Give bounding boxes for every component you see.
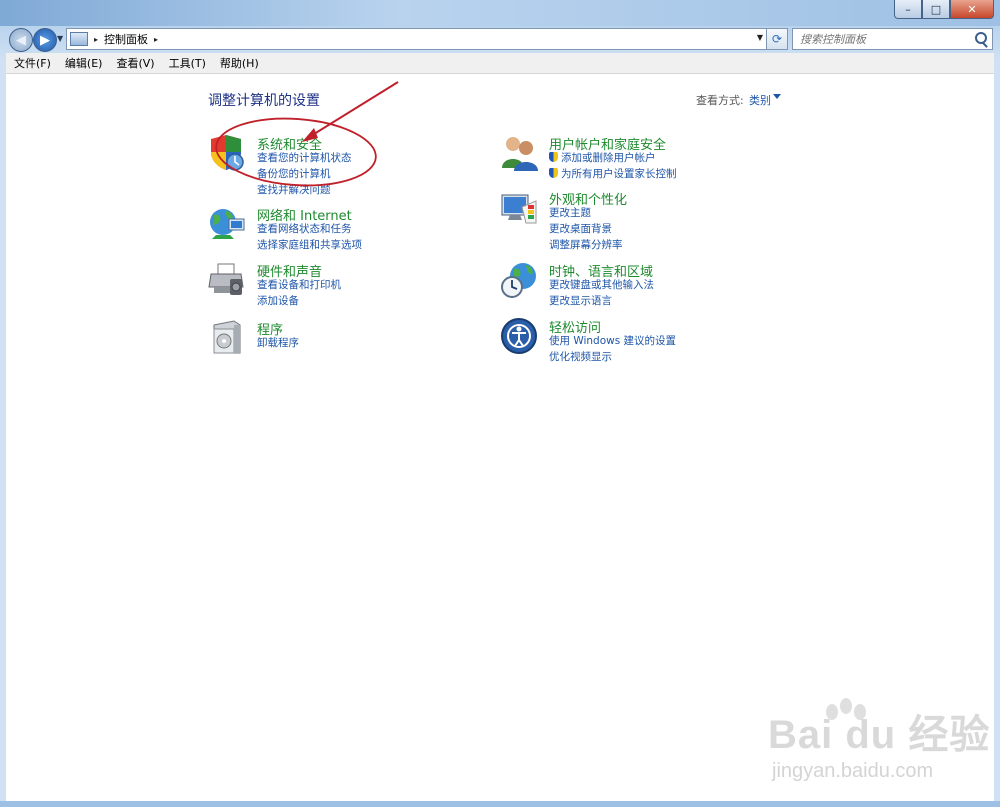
view-by-label: 查看方式: [696,94,744,107]
close-button[interactable]: ✕ [950,0,994,19]
minimize-button[interactable]: – [894,0,922,19]
link-screen-resolution[interactable]: 调整屏幕分辨率 [549,237,623,253]
link-uninstall[interactable]: 卸载程序 [257,335,299,351]
category-links: 查看设备和打印机 添加设备 [257,277,341,309]
link-keyboard-input[interactable]: 更改键盘或其他输入法 [549,277,654,293]
breadcrumb-root-separator[interactable]: ▸ [94,35,98,44]
programs-box-icon[interactable] [208,319,246,357]
link-add-remove-accounts[interactable]: 添加或删除用户帐户 [549,150,677,166]
address-dropdown-icon[interactable]: ▼ [757,33,763,42]
uac-shield-icon [549,168,558,178]
printer-icon[interactable] [208,261,246,299]
breadcrumb-separator[interactable]: ▸ [154,35,158,44]
users-icon[interactable] [500,134,538,172]
link-label: 添加或删除用户帐户 [561,152,656,164]
link-label: 为所有用户设置家长控制 [561,168,677,180]
search-box[interactable] [792,28,993,50]
refresh-button[interactable]: ⟳ [766,28,788,50]
clock-globe-icon[interactable] [500,261,538,299]
window-bottom-border [0,801,1000,807]
category-links: 查看您的计算机状态 备份您的计算机 查找并解决问题 [257,150,352,198]
network-globe-icon[interactable] [208,205,246,243]
recent-pages-dropdown-icon[interactable]: ▼ [57,34,63,43]
link-optimize-display[interactable]: 优化视频显示 [549,349,676,365]
link-view-status[interactable]: 查看您的计算机状态 [257,150,352,166]
link-homegroup[interactable]: 选择家庭组和共享选项 [257,237,362,253]
menu-help[interactable]: 帮助(H) [212,55,265,71]
link-devices-printers[interactable]: 查看设备和打印机 [257,277,341,293]
category-links: 更改主题 更改桌面背景 调整屏幕分辨率 [549,205,623,253]
view-by-chevron-down-icon[interactable] [773,94,781,99]
address-bar[interactable]: ▸ 控制面板 ▸ ▼ [66,28,768,50]
security-shield-icon[interactable] [208,134,246,172]
search-icon[interactable] [975,32,987,44]
menu-file[interactable]: 文件(F) [6,55,57,71]
maximize-button[interactable]: □ [922,0,950,19]
address-row: ◀ ▶ ▼ ▸ 控制面板 ▸ ▼ ⟳ [0,26,1000,52]
menu-view[interactable]: 查看(V) [108,55,160,71]
control-panel-window: – □ ✕ ◀ ▶ ▼ ▸ 控制面板 ▸ ▼ ⟳ 文件(F) 编辑(E) 查看(… [0,0,1000,807]
view-by-dropdown[interactable]: 类别 [749,92,771,108]
uac-shield-icon [549,152,558,162]
back-button[interactable]: ◀ [9,28,33,52]
watermark-brand: Bai du 经验 [768,713,991,757]
link-troubleshoot[interactable]: 查找并解决问题 [257,182,352,198]
menu-edit[interactable]: 编辑(E) [57,55,109,71]
control-panel-icon [70,32,88,46]
category-links: 卸载程序 [257,335,299,351]
link-add-device[interactable]: 添加设备 [257,293,341,309]
breadcrumb-control-panel[interactable]: 控制面板 [104,31,148,47]
title-bar: – □ ✕ [0,0,1000,26]
monitor-palette-icon[interactable] [500,189,538,227]
link-change-theme[interactable]: 更改主题 [549,205,623,221]
menu-bar: 文件(F) 编辑(E) 查看(V) 工具(T) 帮助(H) [6,53,994,74]
link-display-language[interactable]: 更改显示语言 [549,293,654,309]
link-recommended-settings[interactable]: 使用 Windows 建议的设置 [549,333,676,349]
category-links: 添加或删除用户帐户 为所有用户设置家长控制 [549,150,677,182]
link-desktop-background[interactable]: 更改桌面背景 [549,221,623,237]
forward-button[interactable]: ▶ [33,28,57,52]
ease-of-access-icon[interactable] [500,317,538,355]
link-network-status[interactable]: 查看网络状态和任务 [257,221,362,237]
category-links: 使用 Windows 建议的设置 优化视频显示 [549,333,676,365]
link-backup[interactable]: 备份您的计算机 [257,166,352,182]
page-title: 调整计算机的设置 [208,93,320,109]
link-parental-controls[interactable]: 为所有用户设置家长控制 [549,166,677,182]
category-links: 查看网络状态和任务 选择家庭组和共享选项 [257,221,362,253]
menu-tools[interactable]: 工具(T) [161,55,212,71]
category-links: 更改键盘或其他输入法 更改显示语言 [549,277,654,309]
search-input[interactable] [798,31,972,47]
window-controls: – □ ✕ [894,0,994,19]
watermark-url: jingyan.baidu.com [772,760,934,782]
